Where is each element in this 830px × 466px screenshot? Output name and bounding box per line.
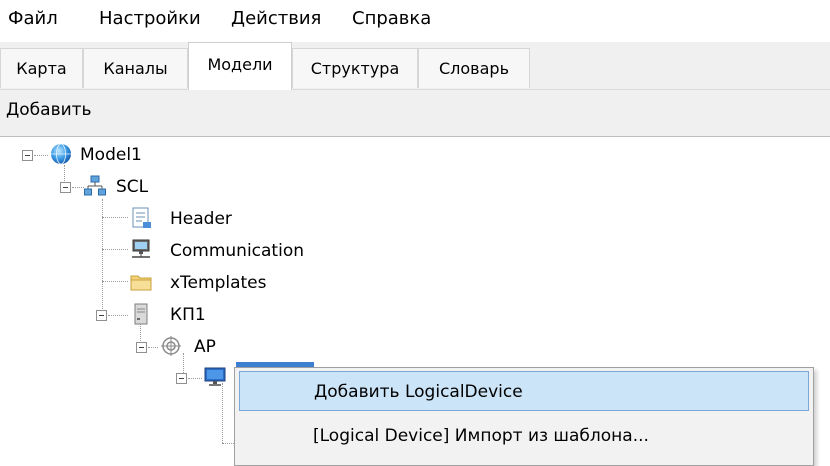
tab-structure[interactable]: Структура [292, 48, 418, 88]
collapse-toggle[interactable] [136, 342, 147, 353]
tree-line [102, 217, 128, 218]
menu-settings[interactable]: Настройки [97, 8, 203, 29]
tab-dictionary[interactable]: Словарь [418, 48, 530, 88]
toolbar: Добавить [0, 92, 830, 137]
folder-icon [130, 275, 152, 291]
tree-line [148, 347, 158, 348]
tree-label: SCL [116, 177, 149, 197]
tree-label: xTemplates [170, 273, 267, 293]
tab-baseline [0, 89, 830, 90]
tree-label: КП1 [170, 305, 206, 325]
tab-strip: Карта Каналы Модели Структура Словарь [0, 42, 830, 92]
tree-label: AP [194, 337, 216, 357]
globe-icon [51, 143, 71, 165]
document-icon [132, 207, 151, 228]
context-menu-add-logical-device[interactable]: Добавить LogicalDevice [239, 371, 809, 411]
access-point-icon [161, 336, 181, 356]
tree-line [34, 155, 48, 156]
context-menu: Добавить LogicalDevice [Logical Device] … [234, 367, 814, 466]
tree-label: Header [170, 209, 232, 229]
tree-node-xtemplates[interactable]: xTemplates [130, 271, 290, 299]
collapse-toggle[interactable] [96, 310, 107, 321]
server-icon [134, 303, 148, 325]
tree-node-communication[interactable]: Communication [130, 239, 330, 267]
menu-bar: Файл Настройки Действия Справка [0, 0, 830, 40]
tree-node-header[interactable]: Header [130, 207, 290, 235]
monitor-icon [204, 367, 226, 386]
network-icon [84, 175, 106, 196]
tree-line [102, 249, 128, 250]
menu-file[interactable]: Файл [6, 8, 60, 29]
tree-node-model1[interactable]: Model1 [20, 143, 240, 171]
collapse-toggle[interactable] [176, 373, 187, 384]
tree-line [72, 187, 84, 188]
menu-help[interactable]: Справка [350, 8, 433, 29]
tree-node-scl[interactable]: SCL [58, 175, 278, 203]
collapse-toggle[interactable] [60, 182, 71, 193]
tab-channels[interactable]: Каналы [83, 48, 188, 88]
menu-actions[interactable]: Действия [229, 8, 323, 29]
tree-line [102, 281, 128, 282]
tree-line [188, 378, 202, 379]
computer-network-icon [132, 239, 150, 258]
context-menu-import-from-template[interactable]: [Logical Device] Импорт из шаблона... [239, 416, 809, 456]
tree-node-ap[interactable]: AP [134, 335, 294, 363]
tree-label: Communication [170, 241, 304, 261]
tree-node-kp1[interactable]: КП1 [96, 303, 256, 331]
tree-line [108, 315, 128, 316]
tree-label: Model1 [80, 145, 142, 165]
collapse-toggle[interactable] [22, 150, 33, 161]
add-button[interactable]: Добавить [6, 100, 92, 120]
tab-models[interactable]: Модели [188, 42, 292, 90]
tab-map[interactable]: Карта [0, 48, 83, 88]
